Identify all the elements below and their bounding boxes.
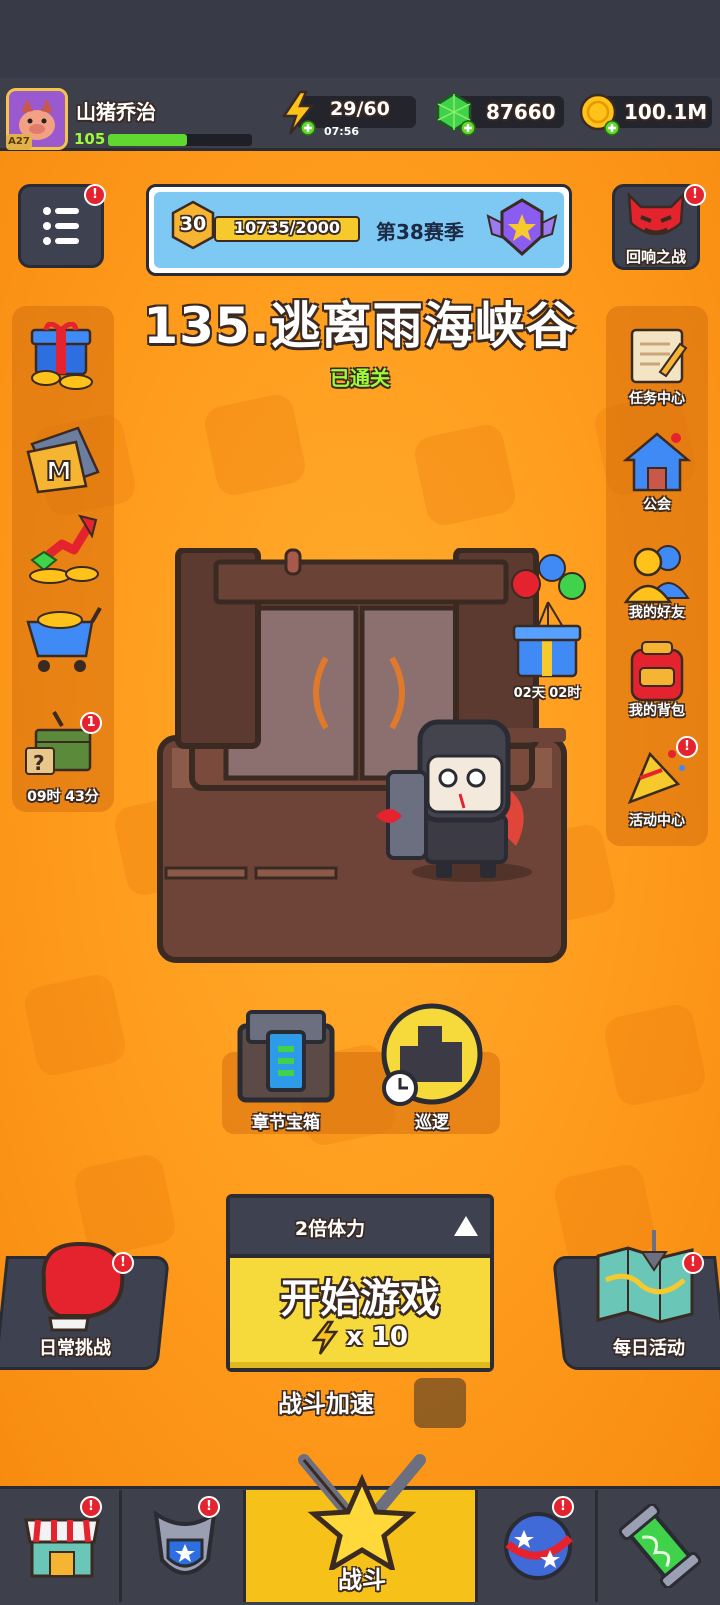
growth-fund-icon[interactable] xyxy=(22,510,106,588)
triangle-up-icon xyxy=(454,1216,478,1236)
events-alert-badge: ! xyxy=(676,736,698,758)
daily-challenge-label: 日常挑战 xyxy=(39,1338,111,1359)
dna-capsule-icon xyxy=(618,1504,702,1588)
gem-icon xyxy=(436,92,476,136)
gift-timer: 02天 02时 xyxy=(513,686,581,701)
backpack-icon[interactable] xyxy=(620,636,694,706)
echo-battle-alert-badge: ! xyxy=(684,184,706,206)
coins-value: 100.1M xyxy=(624,100,708,124)
svg-text:?: ? xyxy=(33,751,45,775)
treasure-map-icon xyxy=(596,1230,694,1324)
backpack-label: 我的背包 xyxy=(629,703,685,719)
xp-bar xyxy=(108,134,252,146)
status-bar xyxy=(0,0,720,78)
coin-icon xyxy=(579,93,620,136)
chapter-chest-icon[interactable] xyxy=(234,1008,338,1108)
season-progress: 10735/2000 xyxy=(233,218,341,237)
daily-challenge-alert-badge: ! xyxy=(112,1252,134,1274)
energy-cost-bolt-icon xyxy=(311,1320,339,1355)
season-level: 30 xyxy=(179,213,207,235)
player-level: 105 xyxy=(74,130,106,148)
player-name: 山猪乔治 xyxy=(76,100,156,124)
shop-alert-badge: ! xyxy=(80,1496,102,1518)
echo-battle-label: 回响之战 xyxy=(625,248,686,266)
nav-tab-evolution[interactable] xyxy=(598,1490,720,1602)
season-label: 第38赛季 xyxy=(376,220,464,244)
daily-activity-alert-badge: ! xyxy=(682,1252,704,1274)
friends-icon[interactable] xyxy=(620,540,694,606)
chapter-chest-label: 章节宝箱 xyxy=(252,1113,320,1133)
friends-label: 我的好友 xyxy=(629,605,685,621)
guild-label: 公会 xyxy=(643,497,671,513)
gift-coins-icon[interactable] xyxy=(24,322,106,394)
monthly-card-icon[interactable]: M xyxy=(24,422,104,494)
xp-bar-fill xyxy=(108,134,188,146)
start-game-button[interactable]: 开始游戏 x 10 xyxy=(230,1258,490,1368)
equipment-alert-badge: ! xyxy=(198,1496,220,1518)
boxing-glove-icon xyxy=(41,1241,125,1332)
shopping-cart-icon[interactable] xyxy=(22,600,106,680)
battle-speed-toggle[interactable] xyxy=(414,1378,466,1428)
task-scroll-icon[interactable] xyxy=(620,324,694,388)
events-label: 活动中心 xyxy=(629,813,685,829)
mystery-crate-timer: 09时 43分 xyxy=(27,789,99,805)
patrol-icon[interactable] xyxy=(376,1002,486,1112)
nav-tab-talents[interactable]: ! xyxy=(478,1490,598,1602)
energy-bolt-icon xyxy=(281,90,316,136)
svg-text:M: M xyxy=(46,457,72,487)
battle-speed-label: 战斗加速 xyxy=(278,1390,374,1418)
daily-activity-label: 每日活动 xyxy=(613,1338,685,1359)
patrol-label: 巡逻 xyxy=(415,1113,449,1133)
energy-value: 29/60 xyxy=(330,98,390,120)
nav-tab-equipment[interactable]: ! xyxy=(122,1490,246,1602)
mystery-crate-badge: 1 xyxy=(80,712,102,734)
energy-timer: 07:56 xyxy=(324,125,360,138)
knight-hero-character xyxy=(376,719,532,882)
season-rank-badge-icon xyxy=(486,198,558,257)
talents-alert-badge: ! xyxy=(552,1496,574,1518)
tasks-label: 任务中心 xyxy=(629,391,685,407)
stamina-multiplier-label: 2倍体力 xyxy=(294,1218,366,1240)
start-game-cost: x 10 xyxy=(346,1322,409,1352)
gems-value: 87660 xyxy=(486,100,556,124)
start-game-label: 开始游戏 xyxy=(280,1276,440,1322)
stamina-multiplier-toggle[interactable]: 2倍体力 xyxy=(230,1198,490,1254)
nav-tab-shop[interactable]: ! xyxy=(0,1490,122,1602)
guild-house-icon[interactable] xyxy=(620,428,694,498)
nav-tab-battle[interactable]: 战斗 xyxy=(246,1454,478,1602)
menu-alert-badge: ! xyxy=(84,184,106,206)
nav-battle-label: 战斗 xyxy=(338,1566,386,1594)
avatar-tag: A27 xyxy=(6,134,32,150)
battle-star-swords-icon xyxy=(298,1454,426,1570)
balloon-gift-icon[interactable] xyxy=(508,554,588,682)
